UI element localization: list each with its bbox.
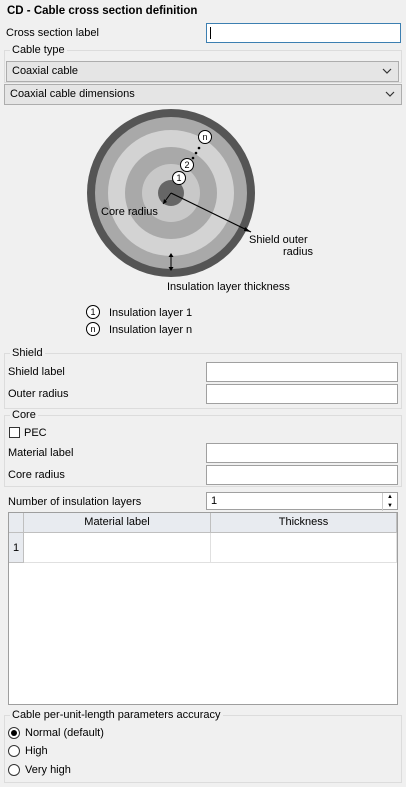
column-header-material[interactable]: Material label — [24, 513, 211, 533]
spin-up-icon[interactable]: ▲ — [383, 493, 397, 502]
insulation-layers-value: 1 — [211, 495, 218, 507]
shield-label-text: Shield label — [8, 366, 65, 378]
svg-text:n: n — [202, 132, 207, 142]
radio-very-high[interactable] — [8, 764, 20, 776]
radio-normal[interactable] — [8, 727, 20, 739]
spin-buttons[interactable]: ▲ ▼ — [382, 493, 397, 511]
shield-outer-radius-label-2: radius — [283, 246, 313, 258]
shield-outer-radius-label-1: Shield outer — [249, 234, 308, 246]
core-radius-text: Core radius — [8, 469, 65, 481]
cross-section-label: Cross section label — [6, 27, 99, 39]
radio-normal-label: Normal (default) — [25, 727, 104, 739]
radio-high[interactable] — [8, 745, 20, 757]
spin-down-icon[interactable]: ▼ — [383, 502, 397, 511]
svg-text:2: 2 — [184, 160, 189, 170]
marker-1: 1 — [172, 171, 186, 185]
marker-2: 2 — [180, 158, 194, 172]
shield-label-input[interactable] — [206, 362, 398, 382]
pec-label: PEC — [24, 427, 47, 439]
pec-checkbox[interactable] — [9, 427, 20, 438]
accuracy-group-title: Cable per-unit-length parameters accurac… — [10, 709, 223, 721]
radio-very-high-label: Very high — [25, 764, 71, 776]
insulation-thickness-label: Insulation layer thickness — [167, 281, 290, 293]
outer-radius-text: Outer radius — [8, 388, 69, 400]
radio-high-label: High — [25, 745, 48, 757]
material-cell[interactable] — [24, 533, 211, 563]
column-header-thickness[interactable]: Thickness — [211, 513, 397, 533]
cable-type-combo[interactable]: Coaxial cable — [6, 61, 399, 82]
cable-type-value: Coaxial cable — [12, 65, 79, 77]
insulation-layers-spinbox[interactable]: 1 ▲ ▼ — [206, 492, 398, 511]
legend-insulation-1: Insulation layer 1 — [109, 307, 192, 319]
text-caret — [210, 27, 211, 39]
core-radius-input[interactable] — [206, 465, 398, 485]
outer-radius-input[interactable] — [206, 384, 398, 404]
thickness-cell[interactable] — [211, 533, 397, 563]
core-radius-label: Core radius — [101, 206, 158, 218]
row-header[interactable]: 1 — [9, 533, 24, 563]
marker-n: n — [198, 130, 212, 144]
core-group-title: Core — [10, 409, 38, 421]
svg-text:1: 1 — [176, 173, 181, 183]
legend-marker-n: n — [86, 322, 100, 336]
legend-insulation-n: Insulation layer n — [109, 324, 192, 336]
coaxial-cable-diagram: n 2 1 Core radius Shield outer radius In… — [86, 109, 313, 336]
svg-text:n: n — [90, 324, 95, 334]
radio-selected-dot — [11, 730, 17, 736]
shield-group-title: Shield — [10, 347, 45, 359]
chevron-down-icon — [382, 68, 392, 74]
dimensions-combo[interactable]: Coaxial cable dimensions — [4, 84, 402, 105]
material-label-input[interactable] — [206, 443, 398, 463]
chevron-down-icon — [385, 91, 395, 97]
table-corner — [9, 513, 24, 533]
cross-section-input[interactable] — [206, 23, 401, 43]
svg-text:1: 1 — [90, 307, 95, 317]
dialog-title: CD - Cable cross section definition — [7, 5, 198, 17]
insulation-layers-label: Number of insulation layers — [8, 496, 142, 508]
material-label-text: Material label — [8, 447, 74, 459]
legend-marker-1: 1 — [86, 305, 100, 319]
cable-type-group-title: Cable type — [10, 44, 67, 56]
dimensions-value: Coaxial cable dimensions — [10, 88, 135, 100]
insulation-table: Material label Thickness 1 — [8, 512, 398, 705]
